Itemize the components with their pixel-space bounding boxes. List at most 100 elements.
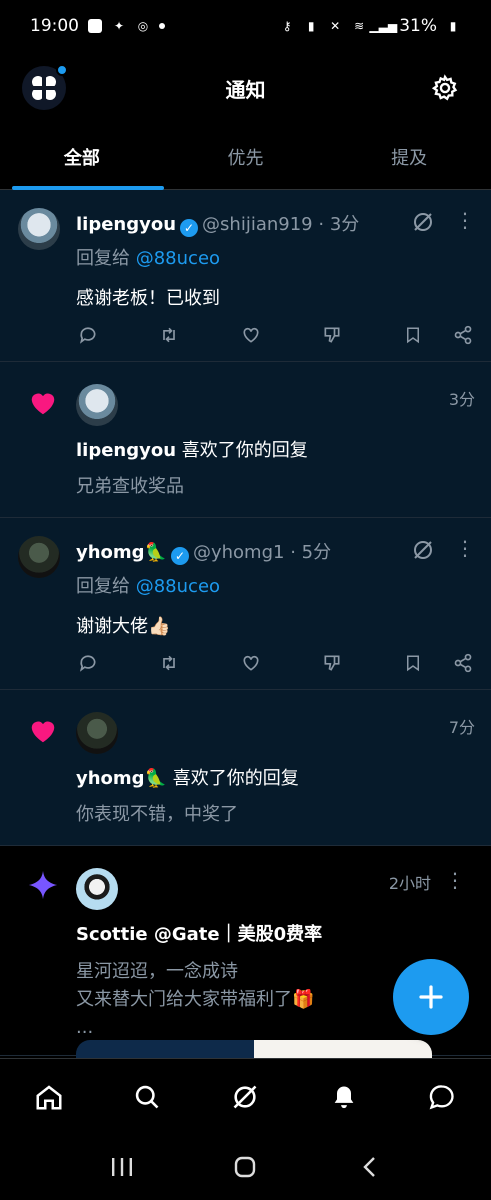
reply-prefix: 回复给 <box>76 248 130 269</box>
tweet-text: 谢谢大佬👍🏻 <box>76 616 171 637</box>
like-notification[interactable]: 7分 yhomg🦜 喜欢了你的回复 你表现不错，中奖了 <box>0 690 491 846</box>
dislike-icon[interactable] <box>320 651 344 675</box>
share-icon[interactable] <box>451 651 475 675</box>
tweet-header: lipengyou ✓ @shijian919 · 3分 <box>76 214 360 237</box>
sparkle-icon <box>28 870 58 900</box>
tweet-actions <box>76 650 475 676</box>
reply-icon[interactable] <box>76 651 100 675</box>
recommendation-title[interactable]: Scottie @Gate｜美股0费率 <box>76 920 322 946</box>
battery-percent: 31% <box>399 16 437 36</box>
verified-badge-icon: ✓ <box>170 547 189 565</box>
compose-button[interactable] <box>393 959 469 1035</box>
notification-list: lipengyou ✓ @shijian919 · 3分 ⋮ 回复给 @88uceo… <box>0 190 491 1058</box>
avatar[interactable] <box>76 384 118 426</box>
more-options-icon[interactable]: ⋮ <box>455 210 475 234</box>
like-icon[interactable] <box>239 323 263 347</box>
liker-name[interactable]: lipengyou <box>76 440 176 461</box>
recommendation-line: 又来替大门给大家带福利了🎁 <box>76 989 315 1010</box>
tweet-actions <box>76 322 475 348</box>
like-action: 喜欢了你的回复 <box>172 768 299 789</box>
status-right: ⚷ ▮ ✕ ≋ ▁▃▅ 31% ▮ <box>279 16 461 36</box>
mute-icon: ✕ <box>330 19 341 33</box>
tweet-header: yhomg🦜 ✓ @yhomg1 · 5分 <box>76 542 332 565</box>
reply-notification[interactable]: yhomg🦜 ✓ @yhomg1 · 5分 ⋮ 回复给 @88uceo 谢谢大佬👍🏻 <box>0 518 491 690</box>
heart-icon <box>31 721 55 743</box>
tweet-time: 3分 <box>329 214 360 235</box>
avatar[interactable] <box>18 536 60 578</box>
tab-all[interactable]: 全部 <box>0 124 164 190</box>
reply-notification[interactable]: lipengyou ✓ @shijian919 · 3分 ⋮ 回复给 @88uceo… <box>0 190 491 362</box>
like-summary: lipengyou 喜欢了你的回复 <box>76 436 308 462</box>
liked-reply-snippet: 兄弟查收奖品 <box>76 476 184 497</box>
tweet-time: 5分 <box>301 542 332 563</box>
secondary-actions <box>401 323 475 347</box>
avatar[interactable] <box>18 208 60 250</box>
tweet-text: 感谢老板！已收到 <box>76 288 220 309</box>
system-navigation <box>0 1134 491 1200</box>
avatar[interactable] <box>76 712 118 754</box>
back-icon[interactable] <box>351 1149 387 1185</box>
like-notification[interactable]: 3分 lipengyou 喜欢了你的回复 兄弟查收奖品 <box>0 362 491 518</box>
tab-priority[interactable]: 优先 <box>164 124 328 189</box>
recommendation-media[interactable] <box>76 1040 432 1058</box>
share-icon[interactable] <box>451 323 475 347</box>
bird-notification-icon: ✦ <box>113 19 125 33</box>
recent-apps-icon[interactable] <box>104 1149 140 1185</box>
retweet-icon[interactable] <box>157 651 181 675</box>
liked-reply-snippet: 你表现不错，中奖了 <box>76 804 238 825</box>
reply-icon[interactable] <box>76 323 100 347</box>
message-icon[interactable] <box>422 1077 462 1117</box>
avatar[interactable] <box>76 868 118 910</box>
battery-icon: ▮ <box>449 19 457 33</box>
author-name[interactable]: yhomg🦜 <box>76 542 167 563</box>
battery-saver-icon: ▮ <box>307 19 315 33</box>
home-button-icon[interactable] <box>227 1149 263 1185</box>
gear-icon[interactable] <box>427 70 463 106</box>
search-icon[interactable] <box>127 1077 167 1117</box>
author-handle: @shijian919 <box>202 214 313 235</box>
like-summary: yhomg🦜 喜欢了你的回复 <box>76 764 299 790</box>
reply-prefix: 回复给 <box>76 576 130 597</box>
reply-mention[interactable]: @88uceo <box>136 576 220 597</box>
signal-icon: ▁▃▅ <box>369 19 398 33</box>
status-time: 19:00 <box>30 16 79 36</box>
notification-tabs: 全部 优先 提及 <box>0 124 491 190</box>
reply-context: 回复给 @88uceo <box>76 572 220 598</box>
bottom-navigation <box>0 1058 491 1134</box>
bell-icon[interactable] <box>324 1077 364 1117</box>
status-left: 19:00 ✦ ◎ <box>30 16 165 36</box>
notification-time: 7分 <box>448 718 475 737</box>
key-icon: ⚷ <box>282 19 292 33</box>
reply-context: 回复给 @88uceo <box>76 244 220 270</box>
plus-icon <box>419 985 443 1009</box>
more-notifications-dot <box>159 23 165 29</box>
compass-notification-icon: ◎ <box>137 19 149 33</box>
grok-icon[interactable] <box>225 1077 265 1117</box>
notification-time: 2小时 <box>388 874 431 893</box>
reply-mention[interactable]: @88uceo <box>136 248 220 269</box>
more-options-icon[interactable]: ⋮ <box>455 538 475 562</box>
author-handle: @yhomg1 <box>192 542 285 563</box>
liker-name[interactable]: yhomg🦜 <box>76 768 167 789</box>
tab-mentions[interactable]: 提及 <box>327 124 491 189</box>
like-icon[interactable] <box>239 651 263 675</box>
status-bar: 19:00 ✦ ◎ ⚷ ▮ ✕ ≋ ▁▃▅ 31% ▮ <box>0 0 491 52</box>
page-title: 通知 <box>225 78 266 102</box>
wifi-icon: ≋ <box>354 19 365 33</box>
dislike-icon[interactable] <box>320 323 344 347</box>
heart-icon <box>31 393 55 415</box>
header: 通知 <box>0 52 491 124</box>
secondary-actions <box>401 651 475 675</box>
more-options-icon[interactable]: ⋮ <box>445 868 465 892</box>
mail-notification-icon <box>87 18 103 34</box>
bookmark-icon[interactable] <box>401 651 425 675</box>
retweet-icon[interactable] <box>157 323 181 347</box>
home-icon[interactable] <box>29 1077 69 1117</box>
grok-icon[interactable] <box>411 538 435 562</box>
recommendation-line: 星河迢迢，一念成诗 <box>76 961 238 982</box>
grok-icon[interactable] <box>411 210 435 234</box>
bookmark-icon[interactable] <box>401 323 425 347</box>
verified-badge-icon: ✓ <box>180 219 199 237</box>
author-name[interactable]: lipengyou <box>76 214 176 235</box>
recommendation-line: ... <box>76 1017 94 1038</box>
